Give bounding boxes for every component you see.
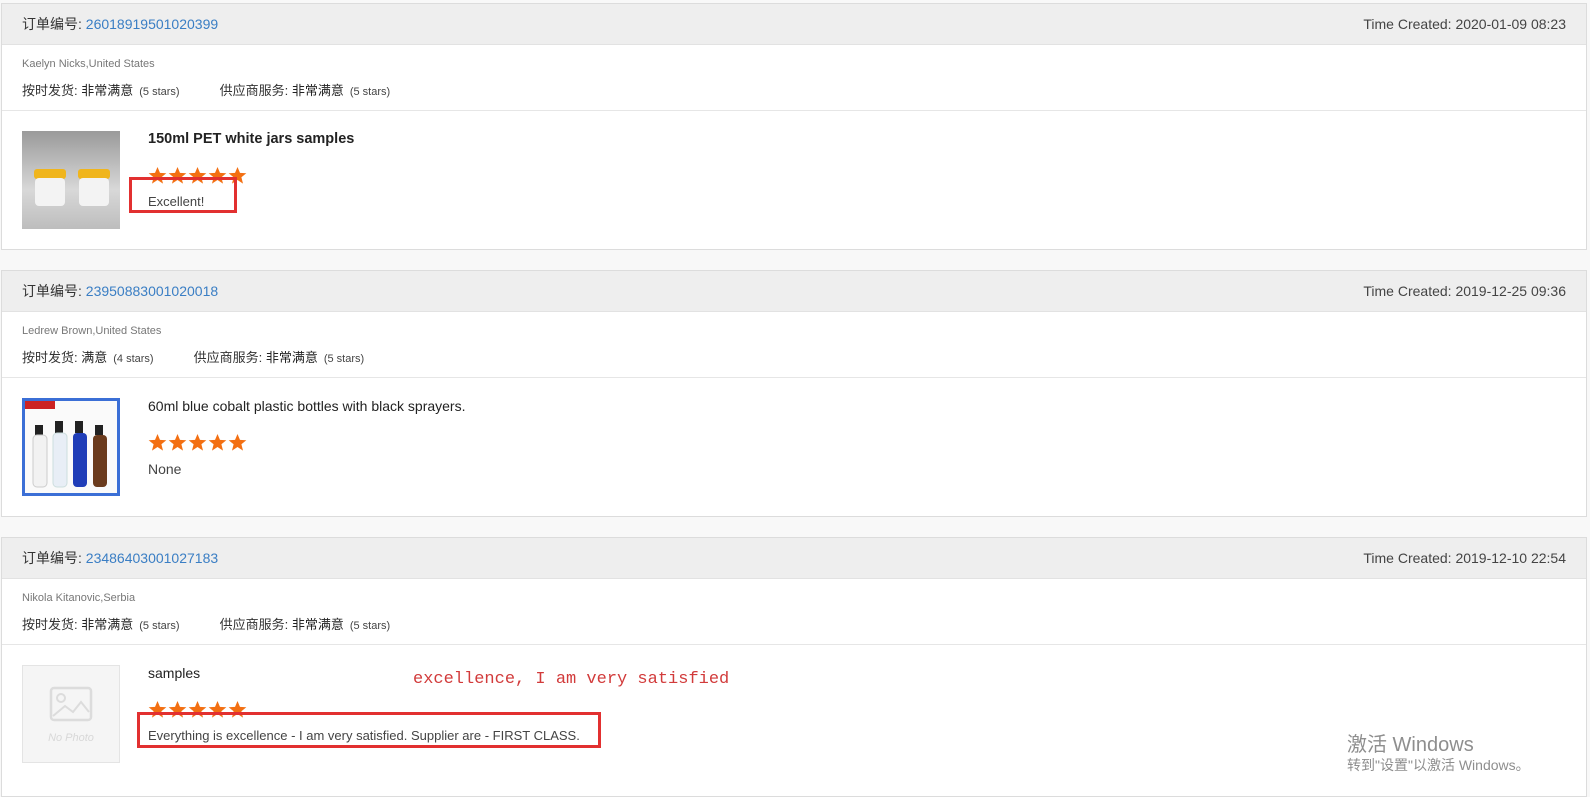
order-number: 订单编号: 23486403001027183 xyxy=(22,548,218,568)
buyer-info: Nikola Kitanovic,Serbia 按时发货: 非常满意 (5 sta… xyxy=(2,579,1586,645)
ratings-row: 按时发货: 满意 (4 stars) 供应商服务: 非常满意 (5 stars) xyxy=(22,347,1566,366)
no-photo-icon xyxy=(49,686,93,722)
time-created: Time Created: 2019-12-10 22:54 xyxy=(1363,550,1566,566)
ontime-label: 按时发货: xyxy=(22,83,82,98)
order-header: 订单编号: 26018919501020399 Time Created: 20… xyxy=(2,4,1586,45)
order-number-link[interactable]: 23486403001027183 xyxy=(86,550,218,566)
no-photo-label: No Photo xyxy=(48,732,94,744)
star-icon xyxy=(148,433,167,451)
order-number: 订单编号: 23950883001020018 xyxy=(22,281,218,301)
buyer-info: Ledrew Brown,United States 按时发货: 满意 (4 st… xyxy=(2,312,1586,378)
jars-image xyxy=(34,169,110,206)
product-thumbnail[interactable]: No Photo xyxy=(22,665,120,763)
buyer-name: Ledrew Brown,United States xyxy=(22,325,162,337)
buyer-name: Nikola Kitanovic,Serbia xyxy=(22,592,136,604)
order-number-link[interactable]: 23950883001020018 xyxy=(86,283,218,299)
ontime-stars: (5 stars) xyxy=(139,86,180,98)
time-created: Time Created: 2019-12-25 09:36 xyxy=(1363,283,1566,299)
buyer-info: Kaelyn Nicks,United States 按时发货: 非常满意 (5 … xyxy=(2,45,1586,111)
star-icon xyxy=(228,433,247,451)
product-name[interactable]: samples xyxy=(148,665,200,681)
buyer-name: Kaelyn Nicks,United States xyxy=(22,58,155,70)
annotation-text: excellence, I am very satisfied xyxy=(413,670,730,689)
service-rating: 供应商服务: 非常满意 (5 stars) xyxy=(220,80,391,99)
service-stars: (5 stars) xyxy=(349,620,391,632)
order-number: 订单编号: 26018919501020399 xyxy=(22,14,218,34)
bottles-image xyxy=(25,401,107,488)
highlight-box xyxy=(129,177,237,213)
order-header: 订单编号: 23950883001020018 Time Created: 20… xyxy=(2,271,1586,312)
service-stars: (5 stars) xyxy=(323,353,365,365)
service-stars: (5 stars) xyxy=(349,86,391,98)
star-icon xyxy=(168,433,187,451)
ratings-row: 按时发货: 非常满意 (5 stars) 供应商服务: 非常满意 (5 stars) xyxy=(22,80,1566,99)
star-icon xyxy=(188,433,207,451)
order-number-label: 订单编号: xyxy=(22,283,86,299)
time-created-value: 2020-01-09 08:23 xyxy=(1455,16,1566,32)
order-number-label: 订单编号: xyxy=(22,16,86,32)
service-value: 非常满意 xyxy=(265,350,318,365)
service-value: 非常满意 xyxy=(291,617,344,632)
service-rating: 供应商服务: 非常满意 (5 stars) xyxy=(194,347,365,366)
ontime-stars: (5 stars) xyxy=(139,620,180,632)
service-label: 供应商服务: xyxy=(219,617,292,632)
service-rating: 供应商服务: 非常满意 (5 stars) xyxy=(220,614,391,633)
product-row: 150ml PET white jars samples Excellent! xyxy=(2,111,1586,247)
product-thumbnail[interactable] xyxy=(22,398,120,496)
star-rating xyxy=(148,433,247,452)
ontime-rating: 按时发货: 满意 (4 stars) xyxy=(22,347,154,366)
ontime-value: 非常满意 xyxy=(81,617,134,632)
time-created: Time Created: 2020-01-09 08:23 xyxy=(1363,16,1566,32)
service-label: 供应商服务: xyxy=(219,83,292,98)
product-row: 60ml blue cobalt plastic bottles with bl… xyxy=(2,378,1586,514)
ontime-rating: 按时发货: 非常满意 (5 stars) xyxy=(22,80,180,99)
order-number-link[interactable]: 26018919501020399 xyxy=(86,16,218,32)
ontime-label: 按时发货: xyxy=(22,350,82,365)
time-created-label: Time Created: xyxy=(1363,16,1456,32)
order-card: 订单编号: 23950883001020018 Time Created: 20… xyxy=(1,270,1587,517)
order-card: 订单编号: 26018919501020399 Time Created: 20… xyxy=(1,3,1587,250)
windows-watermark-subtitle: 转到"设置"以激活 Windows。 xyxy=(1347,757,1530,773)
product-name[interactable]: 150ml PET white jars samples xyxy=(148,131,354,147)
review-text: None xyxy=(148,461,182,477)
product-thumbnail[interactable] xyxy=(22,131,120,229)
ratings-row: 按时发货: 非常满意 (5 stars) 供应商服务: 非常满意 (5 stars) xyxy=(22,614,1566,633)
ontime-label: 按时发货: xyxy=(22,617,82,632)
ontime-rating: 按时发货: 非常满意 (5 stars) xyxy=(22,614,180,633)
order-number-label: 订单编号: xyxy=(22,550,86,566)
ontime-stars: (4 stars) xyxy=(113,353,154,365)
star-icon xyxy=(208,433,227,451)
time-created-label: Time Created: xyxy=(1363,550,1456,566)
product-name[interactable]: 60ml blue cobalt plastic bottles with bl… xyxy=(148,398,465,414)
highlight-box xyxy=(137,712,601,748)
time-created-value: 2019-12-10 22:54 xyxy=(1455,550,1566,566)
order-header: 订单编号: 23486403001027183 Time Created: 20… xyxy=(2,538,1586,579)
windows-watermark-title: 激活 Windows xyxy=(1347,734,1474,756)
service-label: 供应商服务: xyxy=(193,350,266,365)
time-created-value: 2019-12-25 09:36 xyxy=(1455,283,1566,299)
ontime-value: 非常满意 xyxy=(81,83,134,98)
ontime-value: 满意 xyxy=(81,350,108,365)
time-created-label: Time Created: xyxy=(1363,283,1456,299)
service-value: 非常满意 xyxy=(291,83,344,98)
